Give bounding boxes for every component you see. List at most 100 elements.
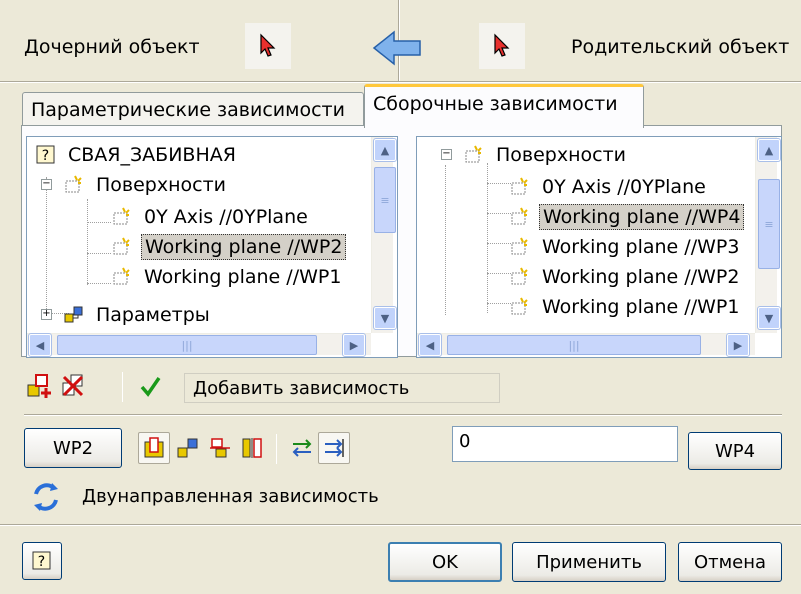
tree-group-surfaces[interactable]: Поверхности: [463, 141, 629, 169]
align-button[interactable]: [172, 432, 204, 464]
tree-group-parameters[interactable]: Параметры: [63, 301, 213, 329]
scroll-left-icon[interactable]: ◀: [418, 333, 442, 357]
flip-button[interactable]: [236, 432, 268, 464]
scroll-down-icon[interactable]: ▼: [757, 306, 781, 330]
flip-icon: [242, 438, 262, 458]
cancel-button[interactable]: Отмена: [678, 542, 782, 582]
swap-arrows-icon: [292, 439, 312, 457]
tree-item-label: 0Y Axis //0YPlane: [144, 206, 308, 228]
directed-arrows-icon: [325, 439, 344, 457]
scroll-left-icon[interactable]: ◀: [28, 333, 52, 357]
child-tree-hscroll[interactable]: ◀ ||| ▶: [27, 333, 371, 357]
direction-one-button[interactable]: [318, 432, 350, 464]
scroll-down-icon[interactable]: ▼: [373, 306, 397, 330]
plane-icon: [511, 237, 528, 255]
tree-item-label: Working plane //WP2: [141, 234, 347, 260]
offset-button[interactable]: [204, 432, 236, 464]
header-bottom-divider: [0, 81, 801, 83]
toolbar-separator: [276, 434, 277, 464]
child-object-label: Дочерний объект: [24, 36, 200, 58]
plane-icon: [113, 207, 130, 225]
add-constraint-icon: [27, 374, 51, 398]
child-tree[interactable]: ? СВАЯ_ЗАБИВНАЯ − Поверхности 0Y Axis //…: [26, 136, 398, 358]
tree-item-label: Working plane //WP1: [542, 296, 740, 318]
tree-group-label: Поверхности: [96, 174, 227, 196]
coincide-button[interactable]: [138, 432, 170, 464]
parent-element-button[interactable]: WP4: [688, 432, 782, 470]
footer-divider: [0, 524, 801, 526]
delete-constraint-icon: [62, 374, 84, 397]
apply-check-button[interactable]: [134, 370, 166, 402]
tree-group-label: Параметры: [96, 304, 210, 326]
collapse-icon[interactable]: −: [41, 179, 52, 190]
svg-text:?: ?: [42, 148, 49, 164]
add-constraint-button[interactable]: [24, 370, 56, 402]
section-divider: [24, 414, 782, 416]
tree-item[interactable]: Working plane //WP1: [509, 293, 742, 321]
svg-text:?: ?: [38, 554, 45, 570]
scroll-up-icon[interactable]: ▲: [757, 138, 781, 162]
value-input[interactable]: 0: [452, 426, 678, 462]
tree-item[interactable]: Working plane //WP2: [509, 263, 742, 291]
tree-group-surfaces[interactable]: Поверхности: [63, 171, 229, 199]
parent-tree[interactable]: − Поверхности 0Y Axis //0YPlane Working …: [416, 136, 782, 358]
pick-child-button[interactable]: [244, 22, 292, 70]
tree-item-label: Working plane //WP2: [542, 266, 740, 288]
blue-left-arrow-icon: [372, 30, 421, 66]
tree-group-label: Поверхности: [496, 144, 627, 166]
child-element-button[interactable]: WP2: [24, 428, 122, 468]
scroll-right-icon[interactable]: ▶: [342, 333, 366, 357]
tree-item-label: Working plane //WP1: [144, 266, 342, 288]
plane-icon: [511, 297, 528, 315]
tree-item[interactable]: Working plane //WP3: [509, 233, 742, 261]
refresh-icon: [34, 483, 58, 511]
expand-icon[interactable]: +: [41, 309, 52, 320]
direction-arrow-button[interactable]: [372, 28, 424, 73]
scroll-up-icon[interactable]: ▲: [373, 138, 397, 162]
ok-button[interactable]: OK: [388, 542, 502, 582]
child-tree-vscroll[interactable]: ▲ ≡ ▼: [371, 137, 397, 333]
align-icon: [177, 438, 198, 458]
plane-icon: [511, 267, 528, 285]
plane-icon: [511, 177, 528, 195]
plane-icon: [113, 237, 130, 255]
apply-button[interactable]: Применить: [512, 542, 666, 582]
question-icon: ?: [36, 145, 55, 164]
help-icon: ?: [32, 551, 51, 570]
offset-icon: [210, 438, 230, 458]
toolbar-separator: [122, 372, 123, 402]
collapse-icon[interactable]: −: [441, 149, 452, 160]
surfaces-folder-icon: [65, 175, 82, 193]
tree-item[interactable]: Working plane //WP1: [111, 263, 344, 291]
parent-tree-hscroll[interactable]: ◀ ||| ▶: [417, 333, 755, 357]
tree-item[interactable]: 0Y Axis //0YPlane: [509, 173, 709, 201]
tree-root-item[interactable]: ? СВАЯ_ЗАБИВНАЯ: [35, 141, 239, 169]
surfaces-folder-icon: [465, 145, 482, 163]
parent-tree-vscroll[interactable]: ▲ ≡ ▼: [755, 137, 781, 333]
pick-parent-button[interactable]: [478, 22, 526, 70]
tree-item-selected[interactable]: Working plane //WP2: [111, 233, 347, 261]
tree-item-label: Working plane //WP4: [539, 204, 745, 230]
scroll-thumb[interactable]: ≡: [374, 167, 396, 233]
scroll-thumb[interactable]: |||: [57, 335, 317, 355]
plane-icon: [113, 267, 130, 285]
tab-assembly[interactable]: Сборочные зависимости: [364, 84, 644, 128]
tree-item[interactable]: 0Y Axis //0YPlane: [111, 203, 311, 231]
help-button[interactable]: ?: [22, 542, 62, 580]
plane-icon: [511, 207, 528, 225]
tree-item-selected[interactable]: Working plane //WP4: [509, 203, 745, 231]
parameters-icon: [64, 306, 83, 323]
parent-object-label: Родительский объект: [571, 36, 790, 58]
status-field: Добавить зависимость: [184, 373, 500, 403]
direction-label: Двунаправленная зависимость: [82, 486, 379, 507]
tree-item-label: 0Y Axis //0YPlane: [542, 176, 706, 198]
scroll-thumb[interactable]: |||: [447, 335, 701, 355]
bidirectional-icon-wrap: [30, 480, 62, 519]
tree-item-label: Working plane //WP3: [542, 236, 740, 258]
scroll-right-icon[interactable]: ▶: [726, 333, 750, 357]
checkmark-icon: [140, 377, 161, 397]
delete-constraint-button[interactable]: [58, 370, 90, 402]
scroll-thumb[interactable]: ≡: [758, 179, 780, 269]
pick-arrow-icon: [260, 33, 276, 57]
direction-both-button[interactable]: [286, 432, 318, 464]
